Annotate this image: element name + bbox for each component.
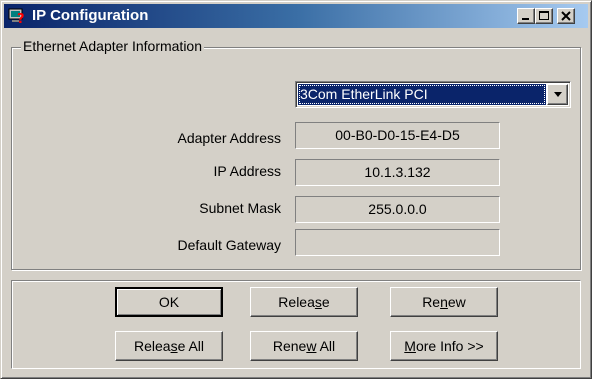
svg-text:?: ? xyxy=(17,12,25,25)
release-all-label-accel: s xyxy=(170,338,178,354)
release-label-accel: s xyxy=(314,294,322,310)
ok-button[interactable]: OK xyxy=(115,287,223,317)
release-all-label-post: e All xyxy=(177,338,205,354)
adapter-select-dropdown[interactable]: 3Com EtherLink PCI xyxy=(295,81,571,108)
ok-button-label: OK xyxy=(158,294,180,310)
release-all-label-pre: Relea xyxy=(133,338,171,354)
chevron-down-icon xyxy=(554,92,562,97)
release-button[interactable]: Release xyxy=(250,287,358,317)
ip-configuration-window: ? IP Configuration Ethernet Adapter Info… xyxy=(0,0,592,379)
renew-label-pre: Re xyxy=(422,294,441,310)
default-gateway-field xyxy=(295,229,500,256)
subnet-mask-field: 255.0.0.0 xyxy=(295,196,500,223)
renew-all-button[interactable]: Renew All xyxy=(250,331,358,361)
more-info-label-post: ore Info >> xyxy=(415,338,484,354)
adapter-address-label: Adapter Address xyxy=(177,130,281,146)
window-title: IP Configuration xyxy=(32,7,149,24)
renew-all-label-pre: Rene xyxy=(272,338,307,354)
more-info-label-accel: M xyxy=(404,338,416,354)
ip-address-field: 10.1.3.132 xyxy=(295,159,500,186)
minimize-button[interactable] xyxy=(517,8,535,24)
renew-label-accel: n xyxy=(440,294,448,310)
renew-label-post: ew xyxy=(447,294,466,310)
maximize-button[interactable] xyxy=(535,8,553,24)
adapter-select-value: 3Com EtherLink PCI xyxy=(298,84,546,105)
release-all-button[interactable]: Release All xyxy=(115,331,223,361)
adapter-address-field: 00-B0-D0-15-E4-D5 xyxy=(295,122,500,149)
release-label-post: e xyxy=(321,294,330,310)
renew-all-label-post: All xyxy=(316,338,336,354)
release-label-pre: Relea xyxy=(278,294,315,310)
ip-address-label: IP Address xyxy=(213,163,281,179)
subnet-mask-label: Subnet Mask xyxy=(199,200,281,216)
renew-all-label-accel: w xyxy=(306,338,317,354)
minimize-icon xyxy=(522,18,529,20)
renew-button[interactable]: Renew xyxy=(390,287,498,317)
maximize-icon xyxy=(539,11,549,20)
close-button[interactable] xyxy=(557,8,575,24)
adapter-info-legend: Ethernet Adapter Information xyxy=(21,38,204,54)
dropdown-button[interactable] xyxy=(547,84,568,105)
title-bar[interactable]: ? IP Configuration xyxy=(4,4,588,28)
ip-config-app-icon: ? xyxy=(8,8,25,25)
close-icon xyxy=(561,11,571,21)
default-gateway-label: Default Gateway xyxy=(177,237,282,253)
more-info-button[interactable]: More Info >> xyxy=(390,331,498,361)
